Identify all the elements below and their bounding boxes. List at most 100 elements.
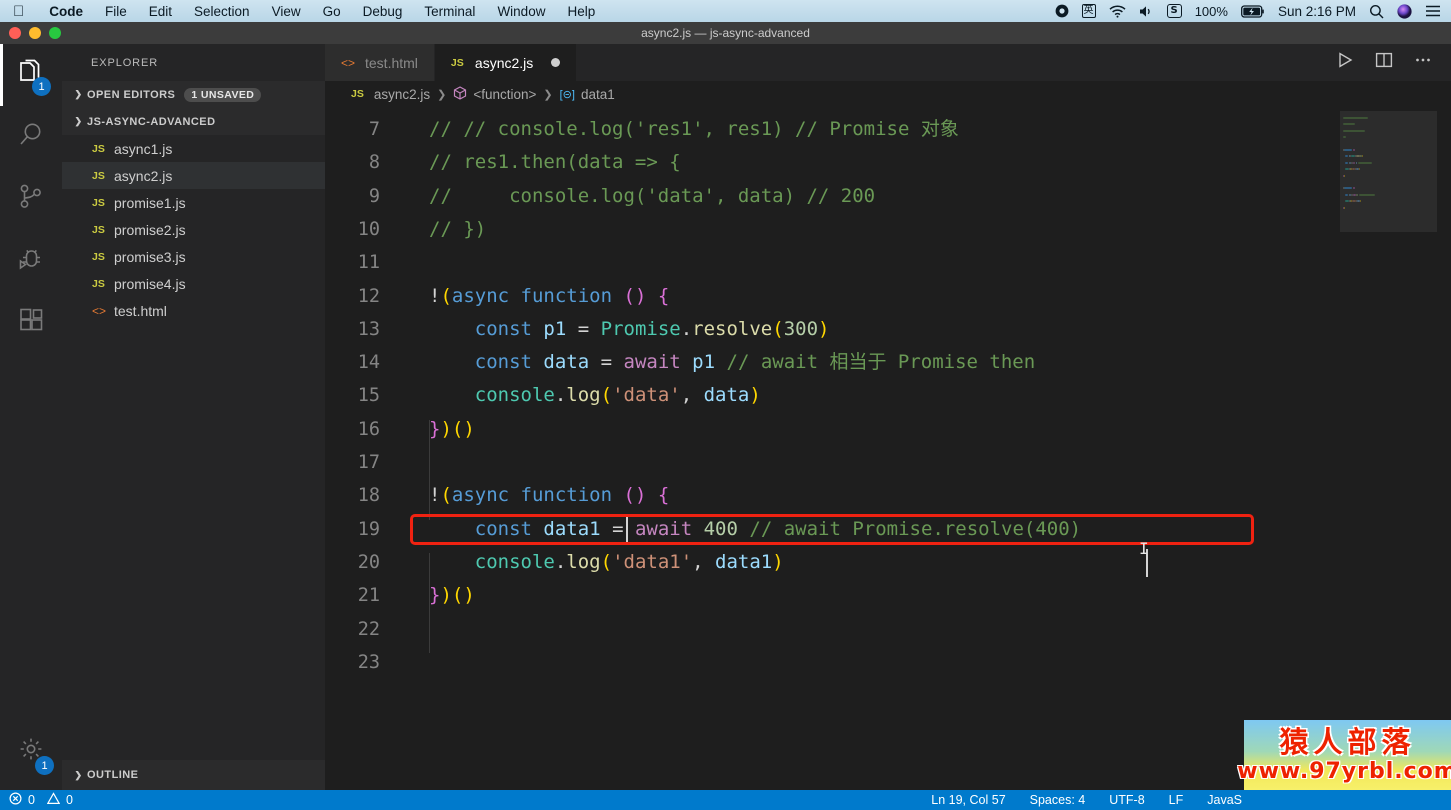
menu-item-view[interactable]: View	[261, 4, 312, 19]
line-number: 17	[357, 452, 380, 473]
breadcrumb-item-file[interactable]: async2.js	[374, 87, 430, 102]
code-editor[interactable]: 7 8 9 10 11 12 13 14 15 16 17 18 19 20 21 22 23 // // co…	[325, 107, 1451, 790]
run-button[interactable]	[1335, 50, 1355, 75]
warning-count[interactable]: 0	[66, 793, 73, 807]
code-line[interactable]: !(async function () {	[429, 280, 669, 313]
file-item-async1-js[interactable]: JS async1.js	[62, 135, 325, 162]
activity-bar-item-extensions[interactable]	[0, 292, 62, 354]
line-number: 12	[357, 285, 380, 307]
file-item-async2-js[interactable]: JS async2.js	[62, 162, 325, 189]
minimap-line	[1344, 149, 1352, 151]
html-file-icon: <>	[92, 303, 107, 318]
code-content[interactable]: // // console.log('res1', res1) // Promi…	[429, 107, 1451, 790]
code-token: const	[474, 317, 532, 340]
code-line[interactable]: console.log('data', data)	[429, 379, 761, 412]
sogou-icon[interactable]: S	[1166, 4, 1182, 18]
tab-async2-js[interactable]: JS async2.js	[434, 44, 578, 81]
indent-guide	[429, 553, 430, 653]
breadcrumb-item-function[interactable]: <function>	[473, 87, 536, 102]
minimap-line	[1359, 200, 1361, 203]
file-item-promise3-js[interactable]: JS promise3.js	[62, 243, 325, 270]
symbol-module-icon	[453, 85, 467, 103]
menu-item-terminal[interactable]: Terminal	[413, 4, 486, 19]
spotlight-search-icon[interactable]	[1369, 4, 1384, 19]
wifi-icon[interactable]	[1108, 5, 1126, 18]
menu-item-edit[interactable]: Edit	[138, 4, 183, 19]
minimap[interactable]	[1340, 107, 1437, 790]
code-line[interactable]: !(async function () {	[429, 479, 669, 512]
code-token: .	[554, 550, 567, 573]
code-token: (	[600, 550, 613, 573]
more-actions-button[interactable]	[1413, 50, 1433, 75]
outline-label: OUTLINE	[87, 769, 139, 781]
siri-icon[interactable]	[1397, 3, 1412, 19]
encoding[interactable]: UTF-8	[1109, 793, 1144, 807]
menu-item-window[interactable]: Window	[486, 4, 556, 19]
notification-center-icon[interactable]	[1425, 5, 1441, 17]
record-icon[interactable]	[1055, 4, 1069, 18]
file-item-promise2-js[interactable]: JS promise2.js	[62, 216, 325, 243]
input-source-icon[interactable]: 英	[1081, 4, 1096, 18]
breadcrumb: JS async2.js ❯ <function> ❯ [⊝] data1	[325, 81, 1451, 107]
error-count[interactable]: 0	[28, 793, 35, 807]
tab-test-html[interactable]: <> test.html	[325, 44, 435, 81]
code-line[interactable]: // console.log('data', data) // 200	[429, 180, 875, 213]
warning-icon[interactable]	[46, 792, 61, 808]
editor-scrollbar[interactable]	[1437, 107, 1451, 790]
indentation[interactable]: Spaces: 4	[1030, 793, 1086, 807]
code-line[interactable]: })()	[429, 579, 475, 612]
apple-icon[interactable]: 	[13, 4, 24, 19]
code-line[interactable]: // // console.log('res1', res1) // Promi…	[429, 113, 959, 146]
menubar-clock[interactable]: Sun 2:16 PM	[1278, 4, 1356, 19]
cursor-position[interactable]: Ln 19, Col 57	[931, 793, 1005, 807]
vscode-workbench: 下载全网IT课程 www.97yrbl.com 下载全网IT课程 www.97y…	[0, 44, 1451, 807]
menu-item-debug[interactable]: Debug	[352, 4, 414, 19]
minimize-button[interactable]	[29, 27, 41, 39]
code-line[interactable]: // res1.then(data => {	[429, 146, 681, 179]
language-mode[interactable]: JavaS	[1207, 793, 1242, 807]
code-line[interactable]: })()	[429, 413, 475, 446]
activity-bar-item-explorer[interactable]: 1	[0, 44, 62, 106]
menu-item-selection[interactable]: Selection	[183, 4, 261, 19]
activity-bar: 1 1	[0, 44, 62, 790]
unsaved-indicator-icon[interactable]	[551, 58, 561, 67]
code-token: !	[429, 484, 441, 507]
sidebar-section-outline[interactable]: ❯ OUTLINE	[62, 760, 325, 790]
code-line[interactable]: const data = await p1 // await 相当于 Promi…	[429, 346, 1035, 379]
breadcrumb-separator-icon: ❯	[543, 88, 553, 101]
split-editor-button[interactable]	[1374, 50, 1394, 75]
code-token: // // console.log('res1', res1) // Promi…	[429, 118, 959, 140]
menu-item-code[interactable]: Code	[38, 4, 94, 19]
line-number: 11	[357, 252, 380, 274]
code-token: // await 相当于 Promise then	[726, 351, 1036, 374]
menu-item-go[interactable]: Go	[312, 4, 352, 19]
error-icon[interactable]	[9, 792, 22, 808]
menu-item-help[interactable]: Help	[556, 4, 606, 19]
menu-item-file[interactable]: File	[94, 4, 138, 19]
volume-icon[interactable]	[1139, 5, 1154, 18]
file-item-test-html[interactable]: <> test.html	[62, 297, 325, 324]
activity-bar-item-manage[interactable]: 1	[0, 720, 62, 782]
file-item-promise4-js[interactable]: JS promise4.js	[62, 270, 325, 297]
eol[interactable]: LF	[1169, 793, 1184, 807]
line-number: 8	[368, 152, 380, 174]
code-line[interactable]: console.log('data1', data1)	[429, 546, 784, 579]
activity-bar-item-debug[interactable]	[0, 230, 62, 292]
code-token: )	[772, 550, 784, 573]
sidebar-section-folder[interactable]: ❯ JS-ASYNC-ADVANCED	[62, 108, 325, 135]
code-line[interactable]: // })	[429, 213, 486, 246]
zoom-button[interactable]	[49, 27, 61, 39]
activity-bar-item-source-control[interactable]	[0, 168, 62, 230]
battery-charging-icon[interactable]	[1241, 4, 1265, 18]
close-button[interactable]	[9, 27, 21, 39]
file-item-promise1-js[interactable]: JS promise1.js	[62, 189, 325, 216]
line-number: 14	[357, 352, 380, 374]
activity-bar-item-search[interactable]	[0, 106, 62, 168]
breadcrumb-item-symbol[interactable]: data1	[581, 87, 615, 102]
macos-menu-bar:  Code File Edit Selection View Go Debug…	[0, 0, 1451, 22]
minimap-line	[1343, 117, 1369, 119]
code-token: // })	[429, 217, 487, 240]
code-line[interactable]: const p1 = Promise.resolve(300)	[429, 313, 830, 346]
mouse-ibeam-cursor: I	[1139, 539, 1149, 558]
sidebar-section-open-editors[interactable]: ❯ OPEN EDITORS 1 UNSAVED	[62, 81, 325, 108]
